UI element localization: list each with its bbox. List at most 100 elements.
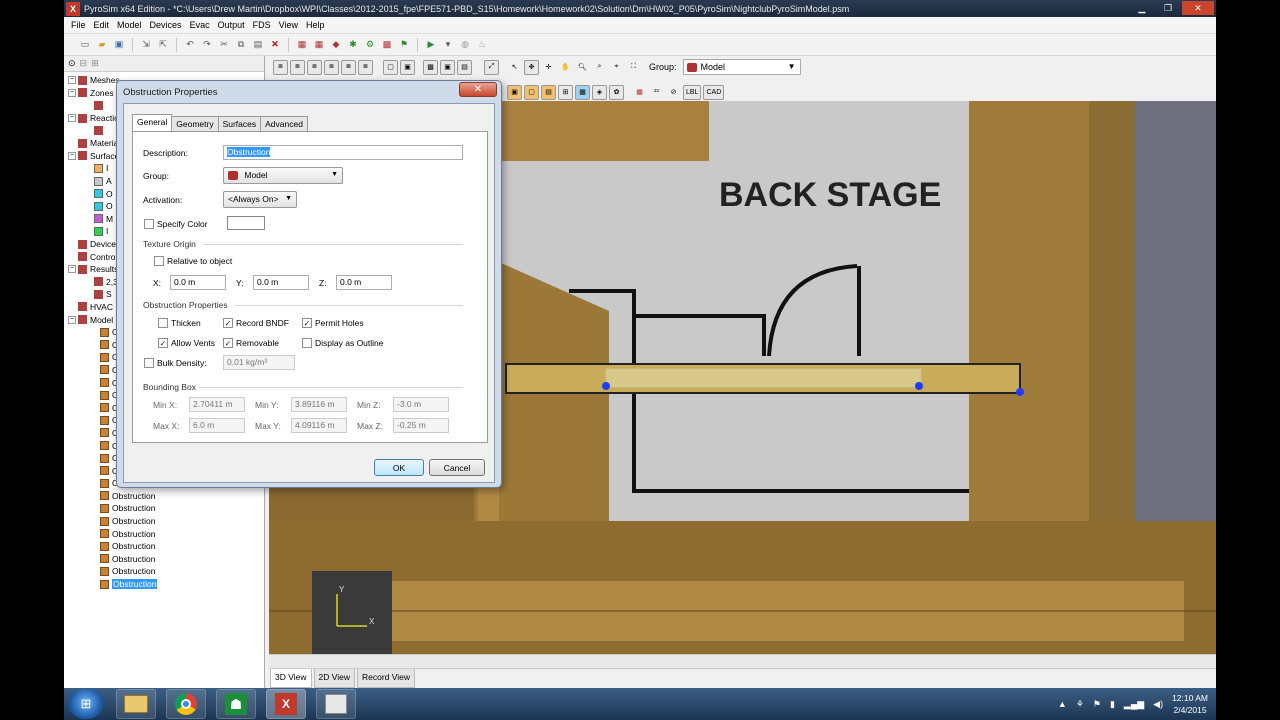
expand-toggle-icon[interactable]: − [68, 315, 76, 324]
draw-room-icon[interactable]: ⊞ [558, 84, 573, 100]
obstruction-tree-item[interactable]: Obstruction [68, 540, 264, 553]
evac-tool-icon[interactable]: ⚑ [397, 38, 411, 52]
tab-general[interactable]: General [132, 114, 173, 131]
undo-icon[interactable]: ↶ [183, 38, 197, 52]
tab-surfaces[interactable]: Surfaces [217, 116, 262, 131]
obstruction-tree-item[interactable]: Obstruction [68, 490, 264, 503]
obstruction-tree-item[interactable]: Obstruction [68, 565, 264, 578]
export-icon[interactable]: ⇱ [156, 38, 170, 52]
max-y-input[interactable]: 4.09116 m [291, 418, 347, 433]
expand-toggle-icon[interactable]: − [68, 76, 76, 85]
view-right-icon[interactable]: ⧈ [358, 59, 373, 75]
draw-slab-icon[interactable]: ◈ [592, 84, 607, 100]
mesh-boundary-icon[interactable]: ▦ [632, 85, 647, 100]
view-back-icon[interactable]: ⧈ [324, 59, 339, 75]
network-icon[interactable]: ⚘ [1076, 699, 1084, 710]
tab-advanced[interactable]: Advanced [260, 116, 308, 131]
description-input[interactable]: Obstruction [223, 145, 463, 160]
redo-icon[interactable]: ↷ [200, 38, 214, 52]
min-x-input[interactable]: 2.70411 m [189, 397, 245, 412]
tab-geometry[interactable]: Geometry [171, 116, 219, 131]
dialog-close-button[interactable]: ✕ [459, 82, 497, 97]
material-tool-icon[interactable]: ◆ [329, 38, 343, 52]
plot3d-icon[interactable]: ²³ [649, 85, 664, 100]
maximize-button[interactable]: ❐ [1156, 1, 1180, 15]
cut-icon[interactable]: ✂ [217, 38, 231, 52]
zoom-extents-icon[interactable]: ⛶ [626, 60, 641, 75]
new-file-icon[interactable]: ▭ [78, 38, 92, 52]
expand-toggle-icon[interactable]: − [68, 88, 76, 97]
mesh-tool-icon[interactable]: ▦ [295, 38, 309, 52]
lbl-button[interactable]: LBL [683, 84, 702, 100]
zoom-fit-icon[interactable]: ⌖ [609, 60, 624, 75]
stop-icon[interactable]: ◍ [458, 38, 472, 52]
thicken-checkbox[interactable] [158, 318, 168, 328]
cad-button[interactable]: CAD [703, 84, 725, 100]
obstruction-tree-item[interactable]: Obstruction [68, 502, 264, 515]
orbit-tool-icon[interactable]: ✥ [524, 59, 539, 75]
bulk-density-checkbox[interactable] [144, 358, 154, 368]
selection-handle[interactable] [915, 382, 923, 390]
group-dropdown[interactable]: Model ▼ [223, 167, 343, 184]
start-button[interactable]: ⊞ [68, 689, 104, 719]
draw-obstruction-icon[interactable]: ▣ [507, 84, 522, 100]
run-fds-icon[interactable]: ▶ [424, 38, 438, 52]
obstruction-tree-item[interactable]: Obstruction [68, 553, 264, 566]
selection-handle[interactable] [602, 382, 610, 390]
delete-icon[interactable]: ✕ [268, 38, 282, 52]
expand-icon[interactable]: ⊞ [91, 58, 99, 69]
pyrosim-icon[interactable]: X [266, 689, 306, 719]
menu-output[interactable]: Output [214, 20, 249, 30]
run-dropdown-icon[interactable]: ▾ [441, 38, 455, 52]
menu-view[interactable]: View [275, 20, 302, 30]
menu-devices[interactable]: Devices [146, 20, 186, 30]
show-hidden-icons-icon[interactable]: ▲ [1058, 699, 1067, 709]
bulk-density-input[interactable]: 0.01 kg/m³ [223, 355, 295, 370]
menu-file[interactable]: File [67, 20, 90, 30]
flag-icon[interactable]: ⚑ [1093, 699, 1101, 710]
chrome-icon[interactable] [166, 689, 206, 719]
view-bottom-icon[interactable]: ⧈ [290, 59, 305, 75]
pathfinder-icon[interactable]: ☗ [216, 689, 256, 719]
obstruction-tree-item[interactable]: Obstruction [68, 515, 264, 528]
menu-evac[interactable]: Evac [186, 20, 214, 30]
texture-z-input[interactable]: 0.0 m [336, 275, 392, 290]
collapse-icon[interactable]: ⊟ [80, 58, 88, 69]
max-x-input[interactable]: 6.0 m [189, 418, 245, 433]
clock[interactable]: 12:10 AM 2/4/2015 [1172, 692, 1208, 716]
roam-tool-icon[interactable]: ✛ [541, 60, 556, 75]
tab-3d-view[interactable]: 3D View [270, 669, 312, 688]
specify-color-checkbox[interactable] [144, 219, 154, 229]
draw-hole-icon[interactable]: ▢ [524, 84, 539, 100]
volume-icon[interactable]: ◀) [1153, 699, 1163, 710]
menu-edit[interactable]: Edit [90, 20, 114, 30]
select-tool-icon[interactable]: ↖ [507, 60, 522, 75]
save-icon[interactable]: ▣ [112, 38, 126, 52]
wireframe-icon[interactable]: ▢ [383, 59, 398, 75]
min-y-input[interactable]: 3.89116 m [291, 397, 347, 412]
fire-icon[interactable]: ♨ [475, 38, 489, 52]
menu-fds[interactable]: FDS [249, 20, 275, 30]
display-as-outline-checkbox[interactable] [302, 338, 312, 348]
draw-wall-icon[interactable]: ▦ [575, 84, 590, 100]
paste-icon[interactable]: ▤ [251, 38, 265, 52]
draw-vent-icon[interactable]: ▤ [541, 84, 556, 100]
selection-handle[interactable] [1016, 388, 1024, 396]
slice-view-icon[interactable]: ⊘ [666, 85, 681, 100]
allow-vents-checkbox[interactable]: ✓ [158, 338, 168, 348]
permit-holes-checkbox[interactable]: ✓ [302, 318, 312, 328]
removable-checkbox[interactable]: ✓ [223, 338, 233, 348]
cancel-button[interactable]: Cancel [429, 459, 485, 476]
record-bndf-checkbox[interactable]: ✓ [223, 318, 233, 328]
menu-model[interactable]: Model [113, 20, 146, 30]
ok-button[interactable]: OK [374, 459, 424, 476]
open-folder-icon[interactable]: ▰ [95, 38, 109, 52]
import-icon[interactable]: ⇲ [139, 38, 153, 52]
device-tool-icon[interactable]: ⚙ [363, 38, 377, 52]
zoom-tool-icon[interactable]: 🔍︎ [575, 60, 590, 75]
view-left-icon[interactable]: ⧈ [341, 59, 356, 75]
blank-app-icon[interactable] [316, 689, 356, 719]
menu-help[interactable]: Help [302, 20, 329, 30]
reset-view-icon[interactable]: ⤢ [484, 59, 499, 75]
copy-icon[interactable]: ⧉ [234, 38, 248, 52]
